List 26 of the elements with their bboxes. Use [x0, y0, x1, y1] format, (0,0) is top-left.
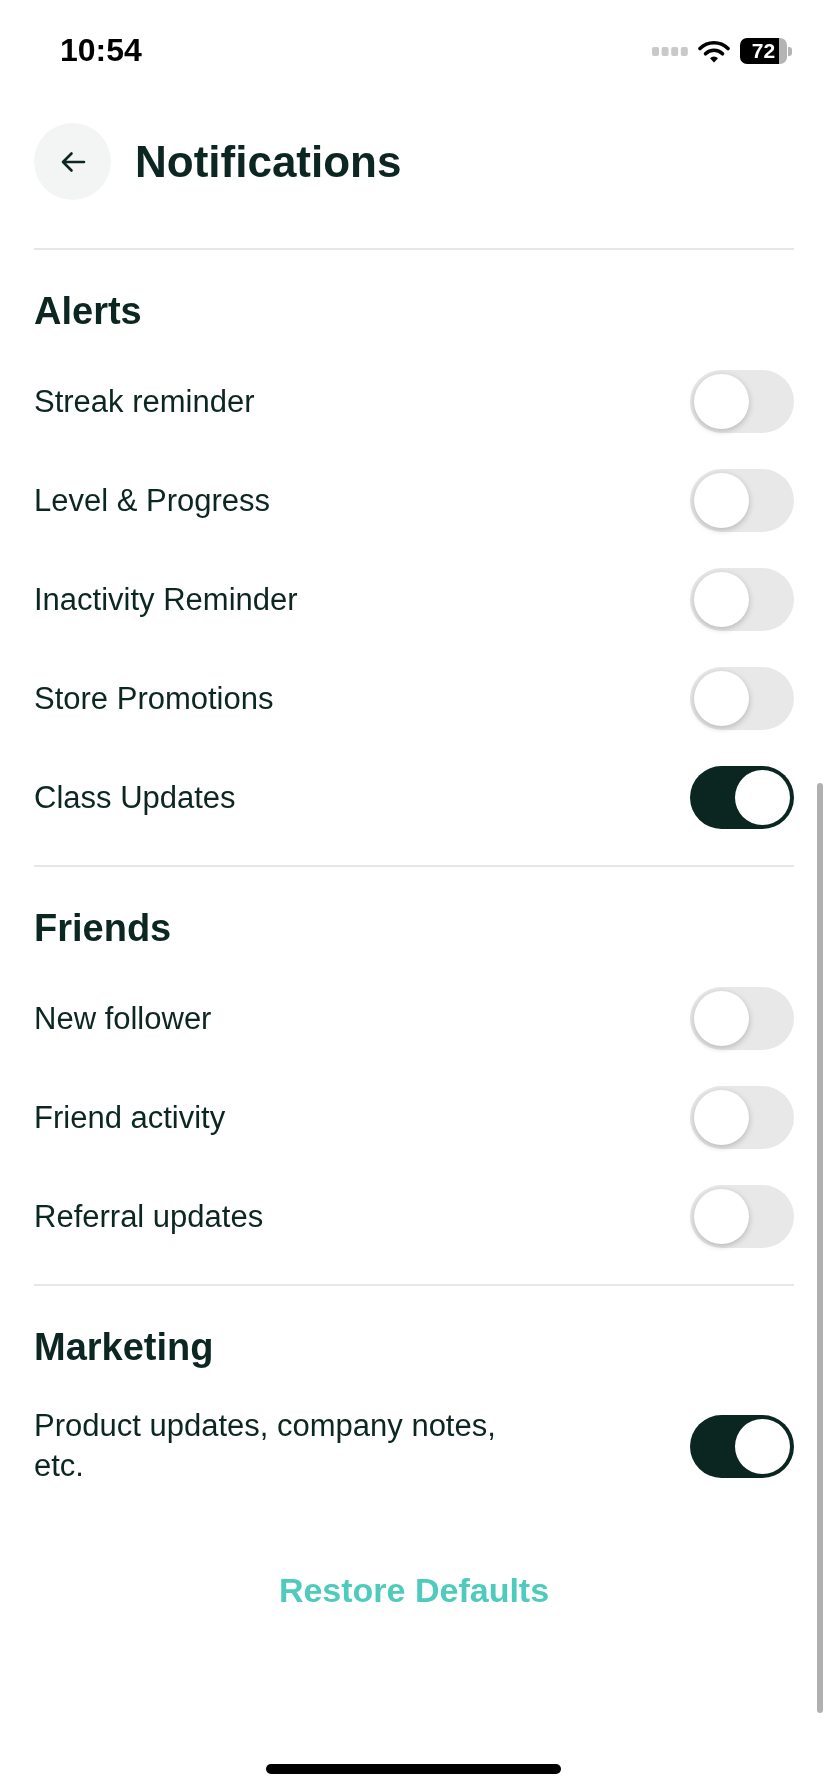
- toggle-switch[interactable]: [690, 667, 794, 730]
- toggle-switch[interactable]: [690, 370, 794, 433]
- toggle-switch[interactable]: [690, 568, 794, 631]
- section-title: Friends: [34, 906, 173, 951]
- section-title: Marketing: [34, 1325, 215, 1370]
- toggle-switch[interactable]: [690, 1185, 794, 1248]
- setting-label: Class Updates: [34, 778, 236, 817]
- cellular-signal-icon: [652, 46, 688, 56]
- toggle-switch[interactable]: [690, 469, 794, 532]
- setting-label: Inactivity Reminder: [34, 580, 298, 619]
- section-title: Alerts: [34, 289, 143, 334]
- setting-label: Product updates, company notes, etc.: [34, 1407, 497, 1485]
- restore-defaults-button[interactable]: Restore Defaults: [266, 1560, 562, 1620]
- page-title: Notifications: [135, 135, 402, 188]
- toggle-switch[interactable]: [690, 1086, 794, 1149]
- back-arrow-icon: [59, 150, 86, 173]
- battery-indicator: 72: [740, 38, 792, 64]
- setting-label: Referral updates: [34, 1197, 264, 1236]
- setting-label: New follower: [34, 999, 212, 1038]
- setting-label: Streak reminder: [34, 382, 255, 421]
- wifi-icon: [698, 39, 730, 63]
- setting-label: Store Promotions: [34, 679, 274, 718]
- status-time: 10:54: [60, 32, 142, 68]
- setting-label: Level & Progress: [34, 481, 271, 520]
- setting-label: Friend activity: [34, 1098, 226, 1137]
- toggle-switch[interactable]: [690, 987, 794, 1050]
